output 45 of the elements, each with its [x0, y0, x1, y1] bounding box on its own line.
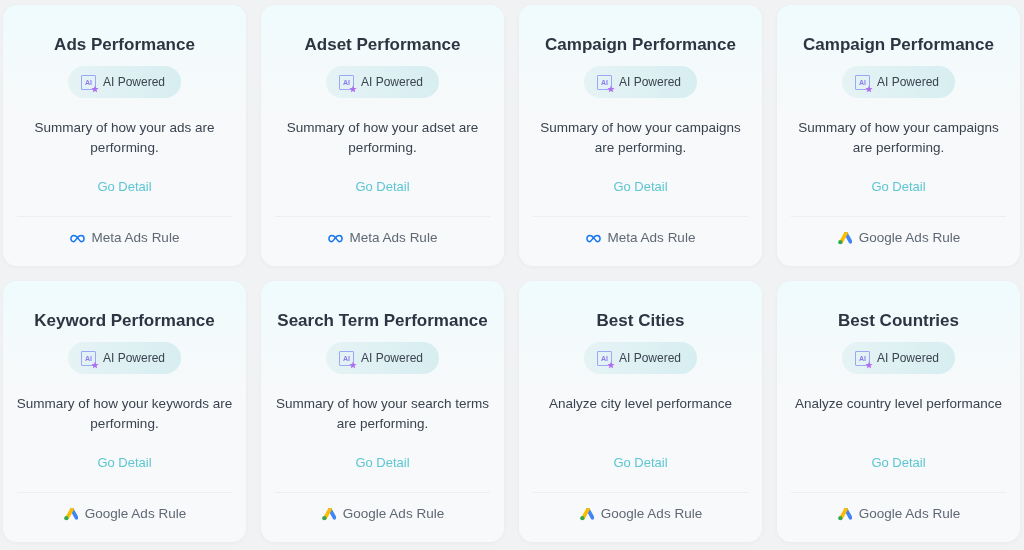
card-description: Summary of how your campaigns are performing. — [539, 119, 742, 157]
card-description: Summary of how your search terms are performing. — [274, 395, 491, 433]
go-detail-link[interactable]: Go Detail — [871, 455, 926, 471]
footer-label: Google Ads Rule — [858, 230, 961, 246]
badge-label: AI Powered — [360, 75, 423, 89]
triangle-logo-icon — [320, 507, 336, 521]
go-detail-link[interactable]: Go Detail — [613, 455, 668, 471]
card-description: Summary of how your adset are performing. — [285, 119, 480, 157]
go-detail-link[interactable]: Go Detail — [355, 455, 410, 471]
card-description: Summary of how your ads are performing. — [33, 119, 216, 157]
footer-label: Google Ads Rule — [342, 506, 445, 522]
card-title: Best Countries — [838, 311, 959, 331]
footer-label: Meta Ads Rule — [349, 230, 438, 246]
triangle-logo-icon — [578, 507, 594, 521]
badge-label: AI Powered — [618, 75, 681, 89]
card-title: Campaign Performance — [545, 35, 736, 55]
triangle-logo-icon — [836, 231, 852, 245]
badge-label: AI Powered — [102, 351, 165, 365]
card-description: Summary of how your campaigns are performing. — [797, 119, 1000, 157]
footer-label: Google Ads Rule — [858, 506, 961, 522]
footer-label: Google Ads Rule — [600, 506, 703, 522]
badge-label: AI Powered — [360, 351, 423, 365]
card-title: Adset Performance — [304, 35, 461, 55]
triangle-logo-icon — [836, 507, 852, 521]
card-description: Analyze country level performance — [793, 395, 1004, 413]
badge-label: AI Powered — [102, 75, 165, 89]
card-description: Analyze city level performance — [547, 395, 734, 413]
go-detail-link[interactable]: Go Detail — [97, 179, 152, 195]
go-detail-link[interactable]: Go Detail — [97, 455, 152, 471]
go-detail-link[interactable]: Go Detail — [355, 179, 410, 195]
card-title: Search Term Performance — [277, 311, 488, 331]
card-title: Campaign Performance — [803, 35, 994, 55]
footer-label: Google Ads Rule — [84, 506, 187, 522]
footer-label: Meta Ads Rule — [91, 230, 180, 246]
footer-label: Meta Ads Rule — [607, 230, 696, 246]
badge-label: AI Powered — [876, 75, 939, 89]
card-title: Ads Performance — [54, 35, 195, 55]
card-description: Summary of how your keywords are performing. — [15, 395, 234, 433]
go-detail-link[interactable]: Go Detail — [613, 179, 668, 195]
card-title: Keyword Performance — [34, 311, 215, 331]
card-title: Best Cities — [596, 311, 685, 331]
go-detail-link[interactable]: Go Detail — [871, 179, 926, 195]
badge-label: AI Powered — [618, 351, 681, 365]
triangle-logo-icon — [62, 507, 78, 521]
badge-label: AI Powered — [876, 351, 939, 365]
